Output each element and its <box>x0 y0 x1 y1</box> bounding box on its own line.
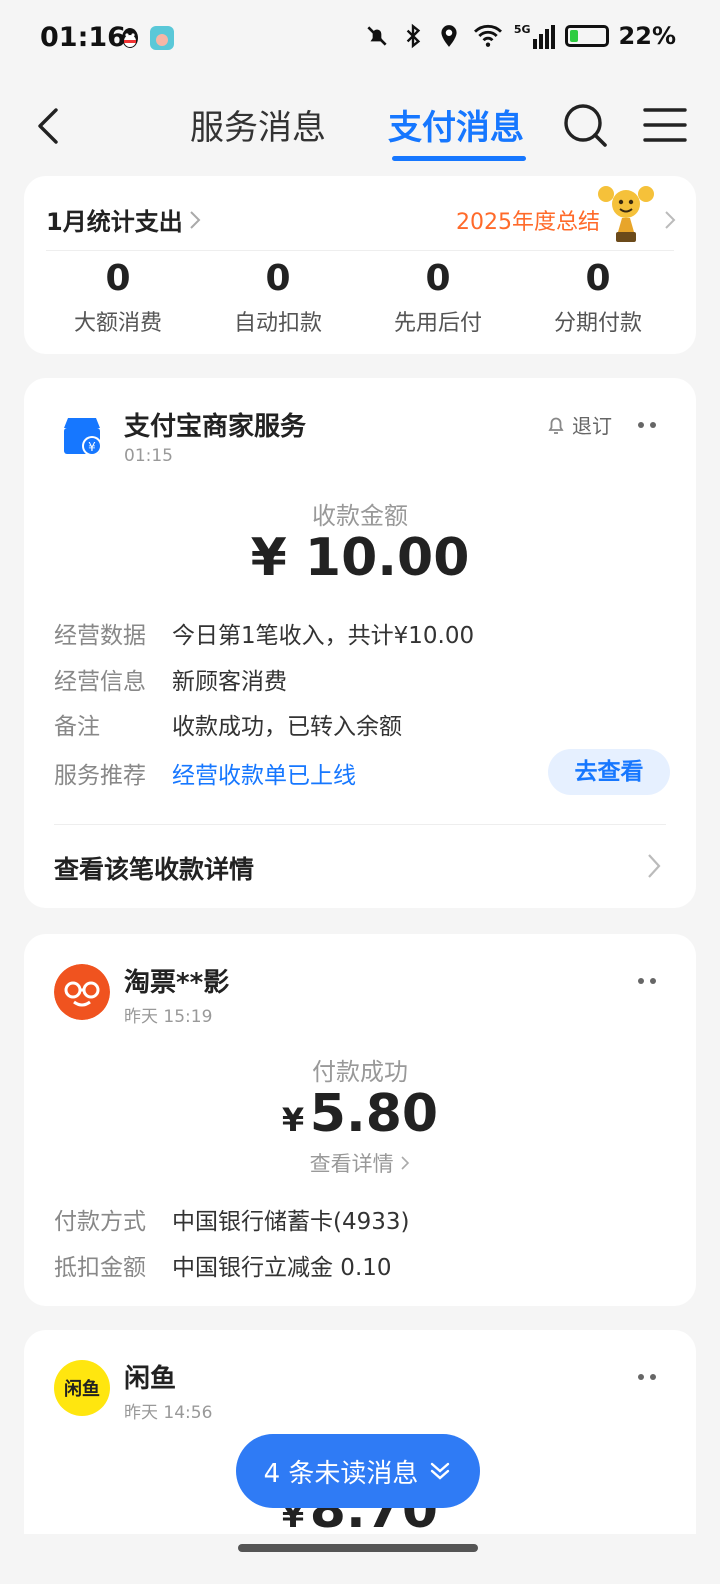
divider <box>54 824 666 825</box>
unsubscribe-label: 退订 <box>572 414 612 438</box>
info-row: 付款方式 中国银行储蓄卡(4933) <box>54 1202 666 1235</box>
stat-value: 0 <box>265 258 291 299</box>
monthly-stats-title: 1月统计支出 <box>46 208 183 236</box>
message-title: 闲鱼 <box>124 1364 177 1394</box>
info-key: 服务推荐 <box>54 763 146 789</box>
more-options-icon[interactable] <box>638 422 656 428</box>
signal-label: 5G <box>513 23 531 36</box>
amount-value: ¥ 5.80 <box>24 1084 696 1144</box>
tab-service-messages[interactable]: 服务消息 <box>190 100 326 149</box>
stat-value: 0 <box>425 258 451 299</box>
monthly-stats-link[interactable]: 1月统计支出 <box>46 202 201 237</box>
payment-status-label: 付款成功 <box>312 1058 408 1086</box>
xianyu-logo-text: 闲鱼 <box>64 1379 100 1400</box>
amount-value: ¥ 10.00 <box>250 528 470 588</box>
unsubscribe-button[interactable]: 退订 <box>546 410 612 439</box>
wifi-icon <box>473 24 502 47</box>
info-key: 经营数据 <box>54 623 146 649</box>
tab-payment-messages[interactable]: 支付消息 <box>388 100 524 149</box>
info-value: 收款成功，已转入余额 <box>172 714 402 740</box>
message-time: 01:15 <box>124 446 173 466</box>
mute-icon <box>367 26 387 46</box>
stat-value: 0 <box>105 258 131 299</box>
info-key: 备注 <box>54 714 100 740</box>
menu-icon[interactable] <box>642 102 688 148</box>
signal-icon: 5G <box>514 23 555 49</box>
chevron-right-icon <box>189 210 201 229</box>
currency-symbol: ¥ <box>281 1101 305 1139</box>
status-bar: 01:16 5G 22% <box>0 0 720 80</box>
message-time: 昨天 15:19 <box>124 1007 213 1027</box>
info-row: 经营数据 今日第1笔收入，共计¥10.00 <box>54 616 666 649</box>
message-card-taopiao: 淘票**影 昨天 15:19 付款成功 ¥ 5.80 查看详情 付款方式 中国银… <box>24 934 696 1306</box>
amount-label: 收款金额 <box>312 502 408 530</box>
trophy-icon <box>598 186 654 242</box>
stat-value: 0 <box>585 258 611 299</box>
service-recommend-link[interactable]: 经营收款单已上线 <box>172 756 356 789</box>
chevron-right-icon <box>401 1156 410 1170</box>
bluetooth-icon <box>406 23 421 49</box>
stat-label: 先用后付 <box>393 311 482 336</box>
home-indicator[interactable] <box>238 1544 478 1552</box>
chevron-right-icon <box>648 854 661 878</box>
stat-label: 自动扣款 <box>233 311 322 336</box>
info-key: 经营信息 <box>54 669 146 695</box>
view-detail-link[interactable]: 查看详情 <box>24 1148 696 1178</box>
info-row: 经营信息 新顾客消费 <box>54 662 666 695</box>
active-tab-indicator <box>392 156 526 161</box>
status-icons: 5G 22% <box>364 22 676 50</box>
stat-installments[interactable]: 0 分期付款 <box>518 258 678 337</box>
go-view-button[interactable]: 去查看 <box>548 749 670 795</box>
info-value: 今日第1笔收入，共计¥10.00 <box>172 623 475 649</box>
battery-percent: 22% <box>618 22 676 50</box>
info-value: 中国银行立减金 0.10 <box>172 1255 392 1281</box>
more-options-icon[interactable] <box>638 978 656 984</box>
message-title: 淘票**影 <box>124 968 230 998</box>
monthly-stats-card: 1月统计支出 2025年度总结 0 大额消费 0 自动扣款 0 先用后付 0 分… <box>24 176 696 354</box>
message-card-merchant: ¥ 支付宝商家服务 01:15 退订 收款金额 ¥ 10.00 经营数据 今日第… <box>24 378 696 908</box>
stat-large-spending[interactable]: 0 大额消费 <box>38 258 198 337</box>
nav-bar: 服务消息 支付消息 <box>0 80 720 170</box>
stat-auto-debit[interactable]: 0 自动扣款 <box>198 258 358 337</box>
more-options-icon[interactable] <box>638 1374 656 1380</box>
unread-messages-button[interactable]: 4 条未读消息 <box>236 1434 480 1508</box>
amount-number: 5.80 <box>309 1084 439 1144</box>
unread-messages-label: 4 条未读消息 <box>263 1458 419 1489</box>
merchant-store-icon: ¥ <box>64 418 102 456</box>
qq-icon <box>118 26 142 50</box>
info-row: 备注 收款成功，已转入余额 <box>54 707 666 740</box>
stat-label: 分期付款 <box>553 311 642 336</box>
info-row: 抵扣金额 中国银行立减金 0.10 <box>54 1248 666 1281</box>
view-payment-detail-link[interactable]: 查看该笔收款详情 <box>54 850 254 886</box>
xianyu-logo-icon: 闲鱼 <box>54 1360 110 1416</box>
info-value: 中国银行储蓄卡(4933) <box>172 1209 410 1235</box>
bell-icon <box>548 417 564 434</box>
app-icon <box>150 26 174 50</box>
bottom-safe-area <box>0 1534 720 1584</box>
view-detail-label: 查看详情 <box>309 1152 394 1176</box>
message-title: 支付宝商家服务 <box>124 412 307 442</box>
location-icon <box>441 25 457 47</box>
info-value: 新顾客消费 <box>172 669 287 695</box>
svg-text:¥: ¥ <box>88 440 96 454</box>
chevron-right-icon <box>665 211 676 229</box>
info-key: 抵扣金额 <box>54 1255 146 1281</box>
annual-summary-link[interactable]: 2025年度总结 <box>456 204 600 236</box>
double-chevron-down-icon <box>431 1462 450 1480</box>
stat-buy-now-pay-later[interactable]: 0 先用后付 <box>358 258 518 337</box>
stat-label: 大额消费 <box>73 311 162 336</box>
search-icon[interactable] <box>562 102 608 148</box>
info-key: 付款方式 <box>54 1209 146 1235</box>
status-time: 01:16 <box>40 22 126 53</box>
divider <box>46 250 674 251</box>
message-time: 昨天 14:56 <box>124 1403 213 1423</box>
taopiao-logo-icon <box>54 964 110 1020</box>
battery-icon <box>564 25 609 47</box>
back-icon[interactable] <box>30 106 70 146</box>
